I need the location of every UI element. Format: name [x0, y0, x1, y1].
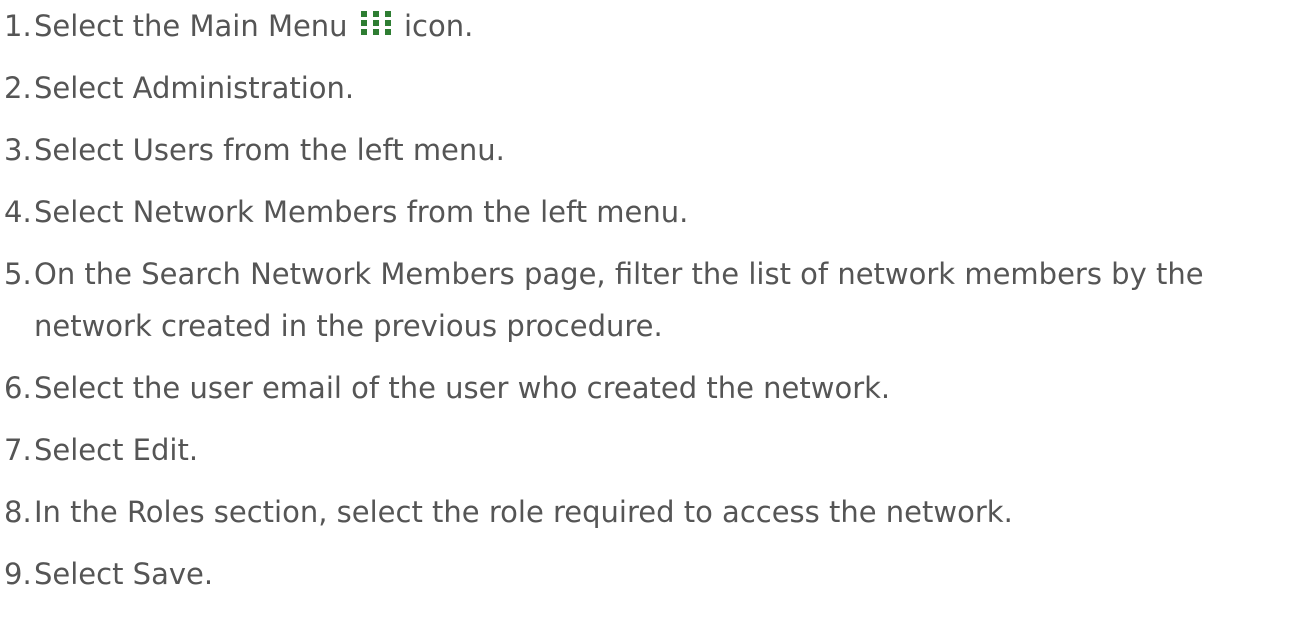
step-number: 8.: [4, 495, 32, 529]
step-5: 5. On the Search Network Members page, f…: [0, 248, 1309, 352]
step-8: 8. In the Roles section, select the role…: [0, 486, 1309, 538]
step-text: Select the Main Menu: [34, 9, 348, 43]
step-number: 3.: [4, 133, 32, 167]
step-number: 2.: [4, 71, 32, 105]
step-text-suffix: icon.: [404, 9, 474, 43]
step-4: 4. Select Network Members from the left …: [0, 186, 1309, 238]
step-text: Select Administration.: [34, 71, 355, 105]
step-number: 5.: [4, 257, 32, 291]
step-1: 1. Select the Main Menu icon.: [0, 0, 1309, 52]
step-text: Select Network Members from the left men…: [34, 195, 689, 229]
step-9: 9. Select Save.: [0, 548, 1309, 600]
step-text: Select the user email of the user who cr…: [34, 371, 891, 405]
step-3: 3. Select Users from the left menu.: [0, 124, 1309, 176]
step-number: 4.: [4, 195, 32, 229]
step-text: In the Roles section, select the role re…: [34, 495, 1013, 529]
step-text: Select Edit.: [34, 433, 199, 467]
step-7: 7. Select Edit.: [0, 424, 1309, 476]
step-text: Select Users from the left menu.: [34, 133, 505, 167]
step-number: 1.: [4, 9, 32, 43]
step-number: 6.: [4, 371, 32, 405]
steps-list: 1. Select the Main Menu icon. 2. Select …: [0, 0, 1309, 600]
step-text: Select Save.: [34, 557, 214, 591]
step-6: 6. Select the user email of the user who…: [0, 362, 1309, 414]
step-number: 9.: [4, 557, 32, 591]
step-number: 7.: [4, 433, 32, 467]
step-2: 2. Select Administration.: [0, 62, 1309, 114]
step-text: On the Search Network Members page, filt…: [34, 257, 1204, 343]
main-menu-grid-icon: [359, 8, 393, 38]
